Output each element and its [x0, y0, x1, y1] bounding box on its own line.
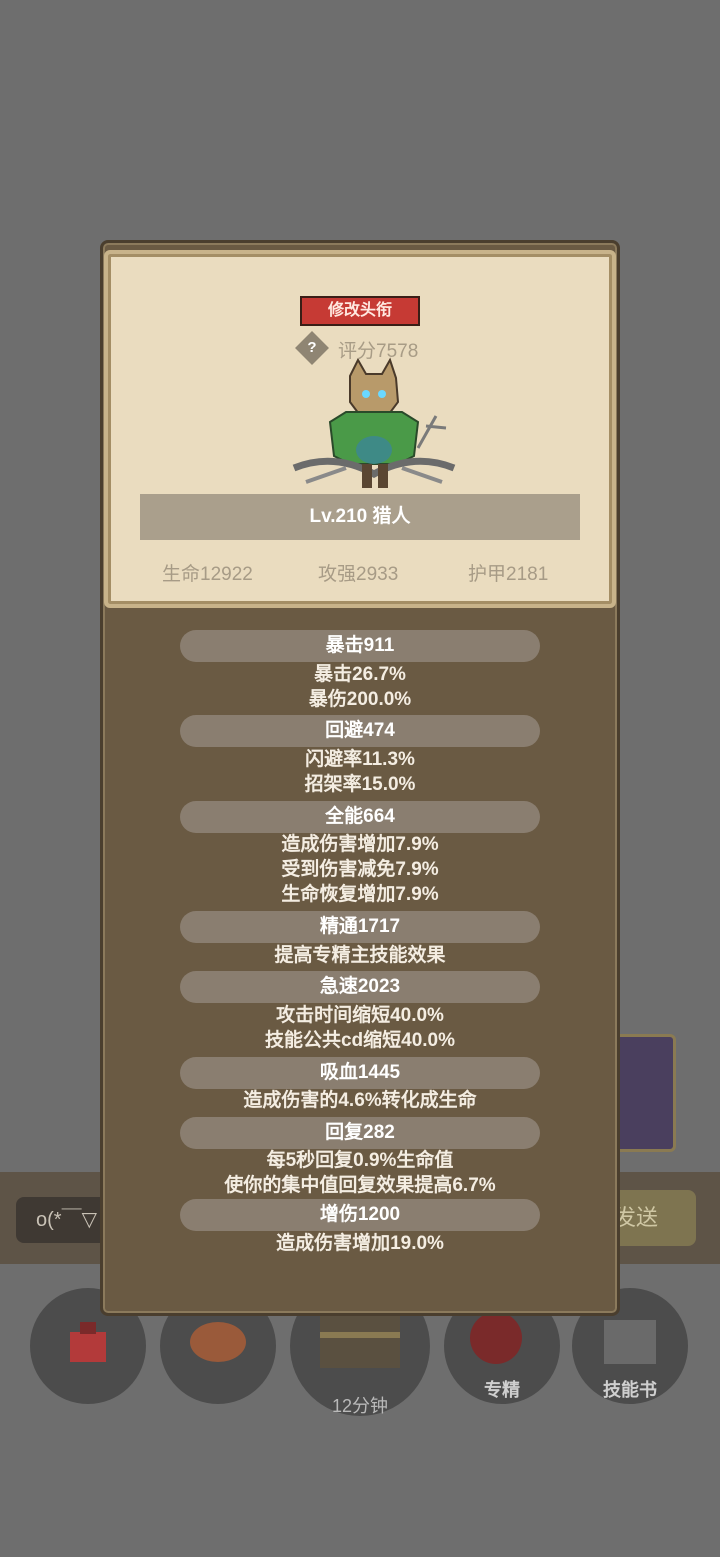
focus-regen-bonus: 使你的集中值回复效果提高6.7% — [224, 1175, 496, 1196]
damage-taken-reduction: 受到伤害减免7.9% — [281, 859, 439, 880]
parry-rate: 招架率15.0% — [304, 774, 416, 795]
crit-header: 暴击911 — [180, 630, 540, 662]
dodge-rate: 闪避率11.3% — [305, 749, 415, 770]
level-class-label: Lv.210 猎人 — [309, 506, 411, 527]
healing-bonus: 生命恢复增加7.9% — [281, 884, 439, 905]
attack-time-reduction: 攻击时间缩短40.0% — [276, 1005, 444, 1026]
damage-increase-header: 增伤1200 — [180, 1199, 540, 1231]
edit-title-button[interactable]: 修改头衔 — [300, 296, 420, 326]
avoidance-header: 回避474 — [180, 715, 540, 747]
chest-timer: 12分钟 — [331, 1396, 389, 1416]
hunter-character-icon — [292, 357, 456, 488]
haste-header: 急速2023 — [180, 971, 540, 1003]
versatility-header: 全能664 — [180, 801, 540, 833]
life-stat: 生命12922 — [162, 564, 253, 585]
mastery-header: 精通1717 — [180, 911, 540, 943]
lifesteal-effect: 造成伤害的4.6%转化成生命 — [243, 1090, 477, 1111]
regen-per-5s: 每5秒回复0.9%生命值 — [266, 1150, 454, 1171]
damage-dealt-bonus: 造成伤害增加7.9% — [281, 834, 439, 855]
crit-damage: 暴伤200.0% — [308, 689, 412, 710]
skill-cooldown-reduction: 技能公共cd缩短40.0% — [264, 1030, 456, 1051]
armor-stat: 护甲2181 — [468, 564, 549, 585]
lifesteal-header: 吸血1445 — [180, 1057, 540, 1089]
regen-header: 回复282 — [180, 1117, 540, 1149]
damage-increase-effect: 造成伤害增加19.0% — [276, 1233, 444, 1254]
mastery-effect: 提高专精主技能效果 — [274, 945, 446, 966]
crit-rate: 暴击26.7% — [314, 664, 406, 685]
attack-power-stat: 攻强2933 — [318, 564, 399, 585]
